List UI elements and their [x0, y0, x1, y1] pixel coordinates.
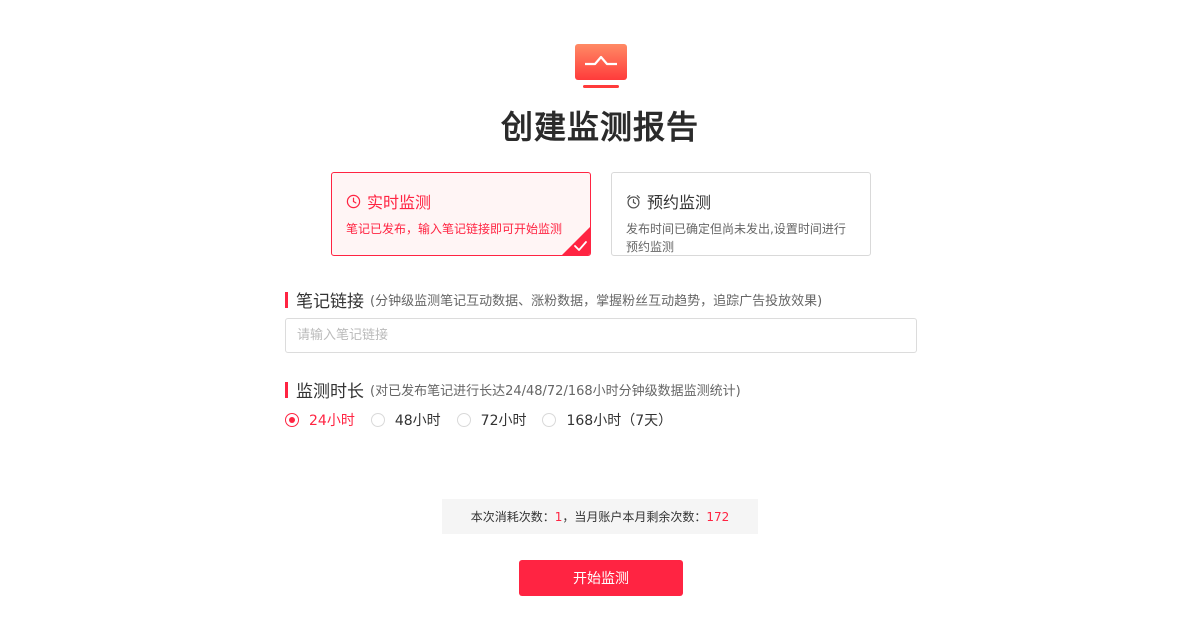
mode-card-scheduled[interactable]: 预约监测 发布时间已确定但尚未发出,设置时间进行预约监测 — [611, 172, 871, 256]
duration-title: 监测时长 — [296, 382, 364, 402]
mode-desc-scheduled: 发布时间已确定但尚未发出,设置时间进行预约监测 — [626, 222, 846, 254]
quota-remain-label: 当月账户本月剩余次数： — [574, 510, 707, 524]
quota-consume-value: 1 — [554, 509, 563, 524]
clock-icon — [346, 194, 361, 208]
duration-option-label: 24小时 — [309, 413, 355, 429]
duration-option-label: 168小时（7天） — [566, 413, 673, 429]
quota-remain-value: 172 — [706, 509, 730, 524]
duration-option-label: 48小时 — [394, 413, 441, 429]
mode-desc-realtime: 笔记已发布，输入笔记链接即可开始监测 — [346, 222, 563, 236]
note-link-title: 笔记链接 — [296, 292, 364, 312]
duration-option-label: 72小时 — [480, 413, 527, 429]
section-accent-bar — [285, 291, 288, 308]
quota-info: 本次消耗次数： 1 ， 当月账户本月剩余次数： 172 — [442, 499, 758, 534]
note-link-hint: (分钟级监测笔记互动数据、涨粉数据，掌握粉丝互动趋势，追踪广告投放效果) — [370, 294, 823, 309]
duration-option-168h[interactable]: 168小时（7天） — [542, 410, 672, 430]
radio-button[interactable] — [370, 413, 385, 427]
duration-option-48h[interactable]: 48小时 — [370, 410, 441, 430]
selected-check-icon — [562, 227, 590, 255]
section-accent-bar — [285, 381, 288, 398]
radio-button[interactable] — [542, 413, 557, 427]
mode-title-realtime: 实时监测 — [367, 193, 432, 212]
radio-button[interactable] — [456, 413, 471, 427]
mode-title-scheduled: 预约监测 — [647, 193, 712, 212]
duration-hint: (对已发布笔记进行长达24/48/72/168小时分钟级数据监测统计) — [370, 384, 741, 399]
mode-card-realtime[interactable]: 实时监测 笔记已发布，输入笔记链接即可开始监测 — [331, 172, 591, 256]
monitor-logo-icon — [575, 44, 627, 88]
duration-option-24h[interactable]: 24小时 — [285, 410, 355, 430]
start-monitoring-button[interactable]: 开始监测 — [519, 560, 683, 596]
alarm-clock-icon — [627, 194, 640, 208]
quota-consume-label: 本次消耗次数： — [470, 510, 555, 524]
duration-section-label: 监测时长 (对已发布笔记进行长达24/48/72/168小时分钟级数据监测统计) — [285, 377, 741, 402]
radio-button[interactable] — [285, 413, 299, 427]
note-link-section-label: 笔记链接 (分钟级监测笔记互动数据、涨粉数据，掌握粉丝互动趋势，追踪广告投放效果… — [285, 287, 822, 312]
duration-option-72h[interactable]: 72小时 — [456, 410, 527, 430]
page-title: 创建监测报告 — [500, 108, 699, 146]
note-link-input[interactable] — [285, 318, 917, 353]
quota-separator: ， — [562, 510, 575, 524]
duration-radio-group: 24小时 48小时 72小时 168小时（7天） — [285, 410, 688, 430]
